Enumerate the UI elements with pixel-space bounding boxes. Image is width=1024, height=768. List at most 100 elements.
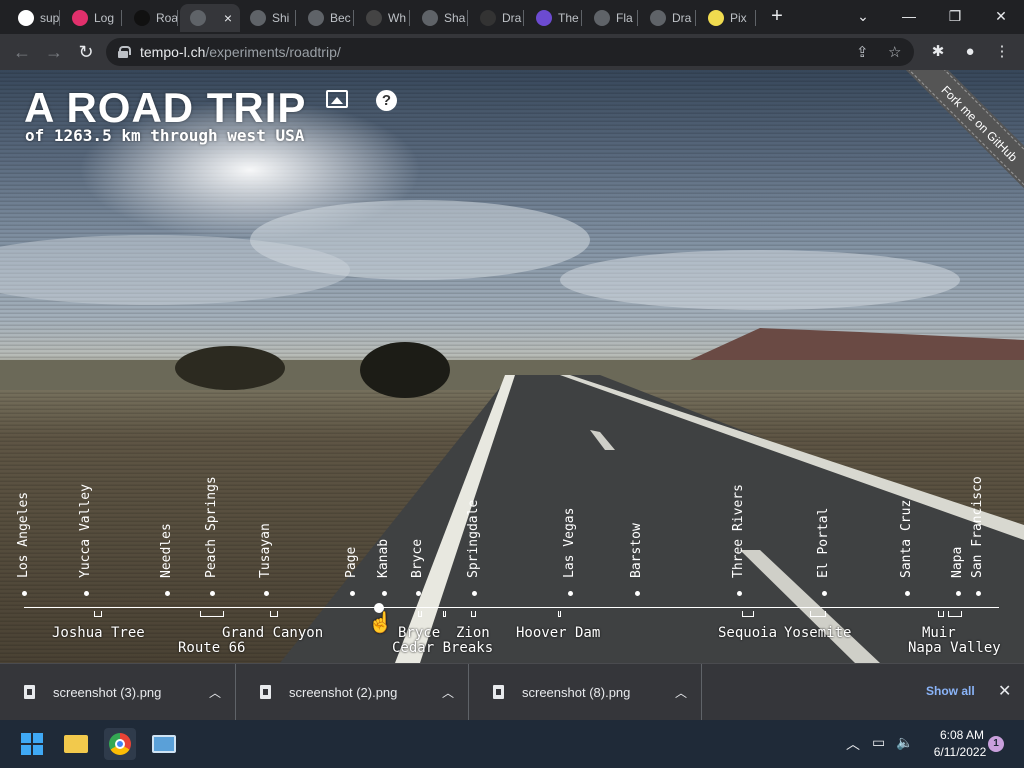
profile-icon[interactable]: ●	[960, 42, 980, 62]
chrome-taskbar-button[interactable]	[104, 728, 136, 760]
tab-search-button[interactable]: ⌄	[848, 5, 878, 27]
tab[interactable]: Sha	[412, 4, 468, 32]
timeline-stop-dot[interactable]	[416, 591, 421, 596]
timeline-stop-dot[interactable]	[210, 591, 215, 596]
timeline-region-label[interactable]: Muir	[922, 625, 956, 641]
timeline-region-label[interactable]: Bryce	[398, 625, 440, 641]
menu-icon[interactable]: ⋮	[992, 42, 1012, 62]
download-item[interactable]: screenshot (8).png ︿	[469, 664, 702, 720]
timeline-stop-dot[interactable]	[382, 591, 387, 596]
timeline-stop-dot[interactable]	[264, 591, 269, 596]
restore-button[interactable]: ❐	[940, 5, 970, 27]
timeline-stop-label[interactable]: El Portal	[816, 508, 831, 578]
new-tab-button[interactable]: +	[766, 6, 788, 28]
chevron-up-icon[interactable]: ︿	[846, 734, 860, 754]
timeline-stop-label[interactable]: Peach Springs	[204, 476, 219, 578]
timeline-stop-dot[interactable]	[956, 591, 961, 596]
tab[interactable]: sup	[8, 4, 60, 32]
timeline-region-label[interactable]: Sequoia	[718, 625, 777, 641]
reload-button[interactable]: ↻	[74, 40, 98, 64]
timeline-stop-label[interactable]: Springdale	[466, 500, 481, 578]
address-bar[interactable]: tempo-l.ch/experiments/roadtrip/ ⇪ ☆	[106, 38, 914, 66]
tab[interactable]: Fla	[584, 4, 638, 32]
tab[interactable]: Roa	[124, 4, 178, 32]
chevron-up-icon[interactable]: ︿	[442, 684, 454, 701]
forward-button[interactable]: →	[42, 40, 66, 64]
tab[interactable]: Log	[62, 4, 122, 32]
volume-icon[interactable]: 🔈	[896, 734, 913, 751]
extensions-icon[interactable]: ✱	[928, 42, 948, 62]
close-tab-icon[interactable]: ×	[224, 10, 232, 26]
minimize-button[interactable]: —	[894, 5, 924, 27]
timeline-stop-label[interactable]: Yucca Valley	[78, 484, 93, 578]
timeline-line[interactable]	[24, 607, 999, 608]
timeline-region-label[interactable]: Route 66	[178, 640, 245, 656]
timeline-stop-label[interactable]: Page	[344, 547, 359, 578]
timeline-stop-label[interactable]: Las Vegas	[562, 508, 577, 578]
clock-date[interactable]: 6/11/2022	[928, 745, 992, 759]
timeline-stop-label[interactable]: Kanab	[376, 539, 391, 578]
hexagon-icon	[536, 10, 552, 26]
timeline-stop-label[interactable]: Los Angeles	[16, 492, 31, 578]
network-icon[interactable]: ▭	[872, 734, 885, 751]
tab[interactable]: Dra	[470, 4, 524, 32]
timeline-stop-dot[interactable]	[905, 591, 910, 596]
gallery-icon[interactable]	[326, 90, 348, 108]
download-item[interactable]: screenshot (2).png ︿	[236, 664, 469, 720]
folder-icon	[64, 735, 88, 753]
tab[interactable]: Bec	[298, 4, 354, 32]
timeline-stop-dot[interactable]	[635, 591, 640, 596]
timeline-stop-label[interactable]: Santa Cruz	[899, 500, 914, 578]
timeline-region-label[interactable]: Napa Valley	[908, 640, 1001, 656]
timeline-stop-label[interactable]: Needles	[159, 523, 174, 578]
share-icon[interactable]: ⇪	[856, 43, 869, 61]
timeline-region-label[interactable]: Zion	[456, 625, 490, 641]
tab[interactable]: Pix	[698, 4, 756, 32]
download-item[interactable]: screenshot (3).png ︿	[0, 664, 236, 720]
timeline-stop-dot[interactable]	[350, 591, 355, 596]
globe-icon	[650, 10, 666, 26]
timeline-stop-dot[interactable]	[568, 591, 573, 596]
timeline-stop-dot[interactable]	[472, 591, 477, 596]
timeline-region-label[interactable]: Grand Canyon	[222, 625, 323, 641]
help-icon[interactable]: ?	[376, 90, 397, 111]
timeline-region-label[interactable]: Joshua Tree	[52, 625, 145, 641]
timeline-stop-dot[interactable]	[737, 591, 742, 596]
timeline-stop-label[interactable]: Three Rivers	[731, 484, 746, 578]
timeline-stop-dot[interactable]	[84, 591, 89, 596]
start-button[interactable]	[16, 728, 48, 760]
timeline-stop-dot[interactable]	[822, 591, 827, 596]
timeline-stop-dot[interactable]	[976, 591, 981, 596]
timeline-stop-label[interactable]: Tusayan	[258, 523, 273, 578]
clock-time[interactable]: 6:08 AM	[932, 728, 992, 742]
timeline-region-label[interactable]: Hoover Dam	[516, 625, 600, 641]
back-button[interactable]: ←	[10, 40, 34, 64]
tab[interactable]: Wh	[356, 4, 410, 32]
timeline-stop-dot[interactable]	[165, 591, 170, 596]
tab[interactable]: Dra	[640, 4, 696, 32]
close-window-button[interactable]: ✕	[986, 5, 1016, 27]
bookmark-star-icon[interactable]: ☆	[888, 43, 901, 61]
tab[interactable]: Shi	[240, 4, 296, 32]
road-scene-background	[0, 100, 1024, 663]
chevron-up-icon[interactable]: ︿	[209, 684, 221, 701]
chevron-up-icon[interactable]: ︿	[675, 684, 687, 701]
tab-label: Wh	[388, 11, 406, 25]
chrome-icon	[109, 733, 131, 755]
timeline-region-label[interactable]: Yosemite	[784, 625, 851, 641]
show-all-downloads-button[interactable]: Show all	[926, 684, 975, 698]
timeline-stop-label[interactable]: Bryce	[410, 539, 425, 578]
globe-icon	[594, 10, 610, 26]
tab[interactable]: ×	[180, 4, 240, 32]
timeline-stop-label[interactable]: Barstow	[629, 523, 644, 578]
file-explorer-button[interactable]	[60, 728, 92, 760]
close-downloads-icon[interactable]: ✕	[998, 681, 1011, 701]
tab[interactable]: The	[526, 4, 582, 32]
timeline-stop-label[interactable]: Napa	[950, 547, 965, 578]
timeline-region-label[interactable]: Cedar Breaks	[392, 640, 493, 656]
downloads-bar: screenshot (3).png ︿ screenshot (2).png …	[0, 663, 1024, 720]
timeline-stop-dot[interactable]	[22, 591, 27, 596]
timeline-stop-label[interactable]: San Francisco	[970, 476, 985, 578]
remote-desktop-button[interactable]	[148, 728, 180, 760]
notification-badge[interactable]: 1	[988, 736, 1004, 752]
